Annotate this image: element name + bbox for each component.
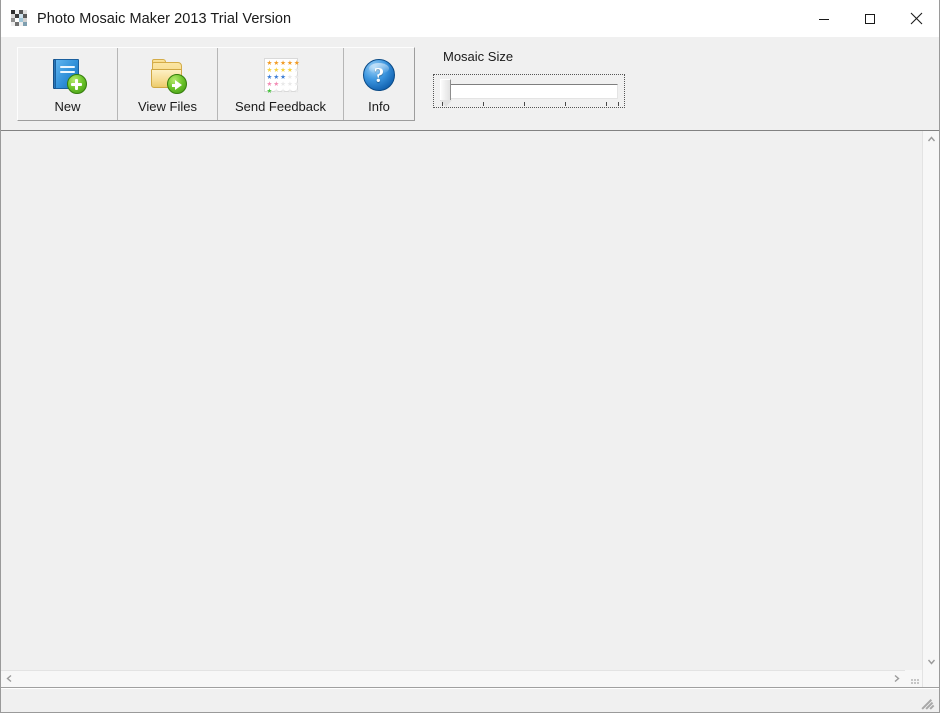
mosaic-size-label: Mosaic Size <box>443 49 514 64</box>
info-button-label: Info <box>368 99 390 114</box>
view-files-button-label: View Files <box>137 99 197 114</box>
application-window: Photo Mosaic Maker 2013 Trial Version Ne… <box>0 0 940 713</box>
chevron-down-icon <box>927 653 936 671</box>
minimize-icon <box>818 13 830 25</box>
chevron-left-icon <box>5 670 14 688</box>
minimize-button[interactable] <box>801 0 847 37</box>
mosaic-app-icon <box>11 10 28 27</box>
window-controls <box>801 0 939 37</box>
horizontal-scrollbar[interactable] <box>1 670 922 687</box>
status-bar <box>1 687 939 712</box>
chevron-up-icon <box>927 131 936 149</box>
canvas-and-hscroll <box>1 131 922 687</box>
vertical-scrollbar[interactable] <box>922 131 939 687</box>
chevron-right-icon <box>892 670 901 688</box>
mosaic-size-group: Mosaic Size <box>433 49 625 108</box>
slider-track <box>446 84 618 99</box>
folder-arrow-icon <box>147 54 189 96</box>
content-area <box>1 131 939 687</box>
view-files-button[interactable]: View Files <box>118 48 218 120</box>
slider-thumb[interactable] <box>440 79 452 107</box>
close-icon <box>910 12 923 25</box>
info-button[interactable]: ? Info <box>344 48 414 120</box>
toolbar: New View Files ★ ★ ★ ★ ★ ★ ★ ★ ★ ★ ★ ★ ★… <box>1 37 939 131</box>
resize-grip-dots-icon <box>911 676 920 685</box>
slider-ticks <box>442 101 620 106</box>
star-rating-grid-icon: ★ ★ ★ ★ ★ ★ ★ ★ ★ ★ ★ ★ ★ ★ ★ ★ ★ ★ ★ ★ ★ ★ ★ ★ ★ <box>260 54 302 96</box>
new-document-book-plus-icon <box>47 54 89 96</box>
send-feedback-button-label: Send Feedback <box>234 99 327 114</box>
question-mark-circle-icon: ? <box>358 54 400 96</box>
title-bar: Photo Mosaic Maker 2013 Trial Version <box>1 0 939 37</box>
scroll-left-button[interactable] <box>1 671 18 688</box>
resize-grip-icon[interactable] <box>921 696 936 710</box>
scroll-down-button[interactable] <box>923 653 940 670</box>
close-button[interactable] <box>893 0 939 37</box>
window-title: Photo Mosaic Maker 2013 Trial Version <box>37 10 292 27</box>
toolbar-button-group: New View Files ★ ★ ★ ★ ★ ★ ★ ★ ★ ★ ★ ★ ★… <box>17 47 415 121</box>
maximize-icon <box>864 13 876 25</box>
mosaic-size-slider[interactable] <box>433 74 625 108</box>
new-button-label: New <box>54 99 81 114</box>
mosaic-canvas[interactable] <box>1 131 922 670</box>
send-feedback-button[interactable]: ★ ★ ★ ★ ★ ★ ★ ★ ★ ★ ★ ★ ★ ★ ★ ★ ★ ★ ★ ★ ★ ★ ★ ★ ★ Send Feedb… <box>218 48 344 120</box>
scroll-corner-grip <box>905 670 922 687</box>
scroll-right-button[interactable] <box>888 671 905 688</box>
new-button[interactable]: New <box>18 48 118 120</box>
scroll-up-button[interactable] <box>923 131 940 148</box>
maximize-button[interactable] <box>847 0 893 37</box>
